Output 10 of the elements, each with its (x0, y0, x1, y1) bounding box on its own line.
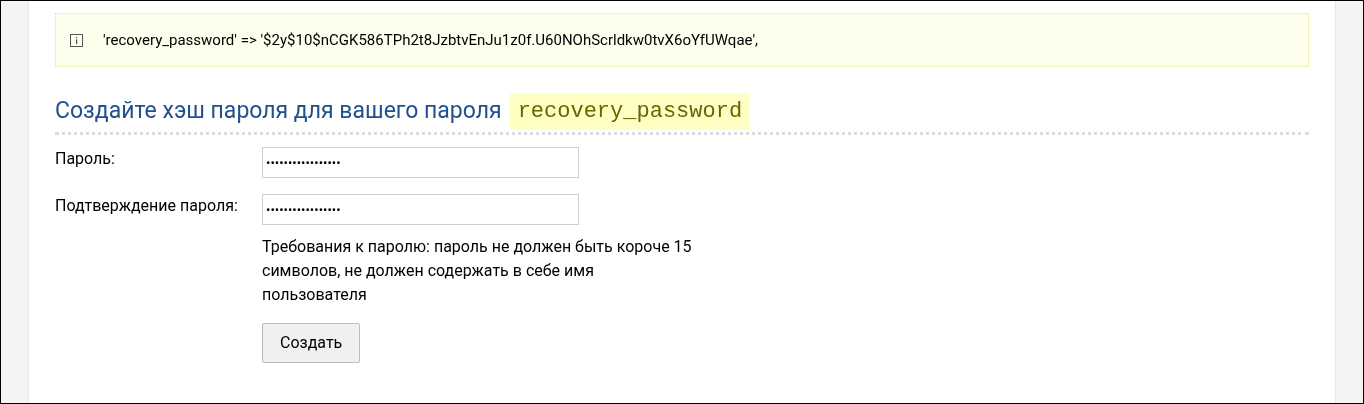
password-requirements: Требования к паролю: пароль не должен быть короче 15 символов, не должен содержать в себе имя пользователя (262, 236, 693, 306)
create-button[interactable]: Создать (262, 323, 361, 363)
section-heading: Создайте хэш пароля для вашего пароля (55, 96, 502, 127)
password-field[interactable]: ••••••••••••••••• (262, 147, 579, 178)
notice-text: 'recovery_password' => '$2y$10$nCGK586TPh2t8JzbtvEnJu1z0f.U60NOhScrldkw0tvX6oYfUWqae', (103, 29, 758, 51)
code-label: recovery_password (509, 93, 751, 130)
info-icon (70, 33, 83, 47)
field-label: Пароль: (55, 148, 116, 170)
password-field[interactable]: ••••••••••••••••• (262, 194, 579, 225)
field-label: Подтверждение пароля: (55, 195, 239, 217)
